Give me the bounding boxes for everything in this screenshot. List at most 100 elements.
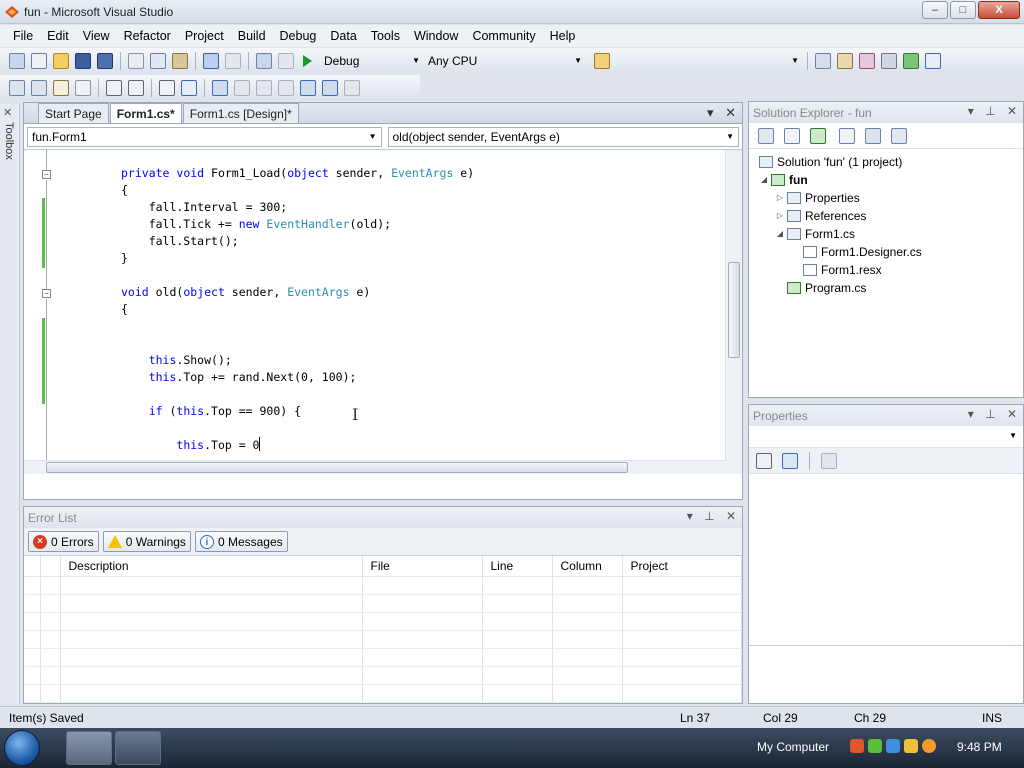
tree-node-form1[interactable]: ◢ Form1.cs <box>759 225 1023 243</box>
minimize-button[interactable]: – <box>922 1 948 19</box>
vertical-scroll-thumb[interactable] <box>728 262 740 358</box>
previous-bookmark-in-document-icon[interactable] <box>322 79 338 96</box>
solution-configuration-dropdown[interactable]: Debug ▼ <box>320 51 424 70</box>
find-dropdown[interactable]: ▼ <box>613 51 803 70</box>
previous-bookmark-icon[interactable] <box>234 79 250 96</box>
display-word-completion-icon[interactable] <box>75 79 91 96</box>
paste-icon[interactable] <box>172 52 188 69</box>
tree-node-solution[interactable]: Solution 'fun' (1 project) <box>759 153 1023 171</box>
pin-icon[interactable]: ⊥ <box>704 509 714 523</box>
menu-community[interactable]: Community <box>465 25 542 47</box>
navigate-forward-icon[interactable] <box>278 52 294 69</box>
close-document-icon[interactable]: ✕ <box>725 105 736 120</box>
redo-icon[interactable] <box>225 52 241 69</box>
next-bookmark-icon[interactable] <box>256 79 272 96</box>
undo-icon[interactable] <box>203 52 219 69</box>
categorized-icon[interactable] <box>756 452 772 469</box>
show-all-files-icon[interactable] <box>784 127 800 144</box>
active-files-dropdown-icon[interactable]: ▾ <box>707 105 714 120</box>
toolbox-icon[interactable] <box>881 52 897 69</box>
code-text[interactable]: private void Form1_Load(object sender, E… <box>121 165 474 474</box>
window-position-icon[interactable]: ▾ <box>687 509 693 523</box>
collapse-icon[interactable]: − <box>42 289 51 298</box>
close-button[interactable]: X <box>978 1 1020 19</box>
toggle-bookmark-icon[interactable] <box>212 79 228 96</box>
taskbar-visual-studio-icon[interactable] <box>66 731 112 765</box>
close-panel-icon[interactable]: ✕ <box>1007 104 1017 118</box>
messages-filter-button[interactable]: i 0 Messages <box>194 531 288 552</box>
menu-view[interactable]: View <box>76 25 117 47</box>
solution-explorer-icon[interactable] <box>815 52 831 69</box>
tree-node-references[interactable]: ▷ References <box>759 207 1023 225</box>
types-dropdown[interactable]: fun.Form1 ▼ <box>27 126 382 147</box>
toolbox-strip[interactable]: ✕ Toolbox <box>0 104 20 704</box>
maximize-button[interactable]: □ <box>950 1 976 19</box>
save-icon[interactable] <box>75 52 91 69</box>
collapse-icon[interactable]: − <box>42 170 51 179</box>
start-button[interactable] <box>4 730 40 766</box>
save-all-icon[interactable] <box>97 52 113 69</box>
tray-location[interactable]: My Computer <box>757 740 829 754</box>
new-project-icon[interactable] <box>9 52 25 69</box>
increase-indent-icon[interactable] <box>128 79 144 96</box>
tray-volume-icon[interactable] <box>904 739 918 753</box>
tree-node-project[interactable]: ◢ fun <box>759 171 1023 189</box>
tray-clock[interactable]: 9:48 PM <box>957 740 1002 754</box>
menu-refactor[interactable]: Refactor <box>117 25 178 47</box>
vertical-scrollbar[interactable] <box>725 150 742 474</box>
menu-project[interactable]: Project <box>178 25 231 47</box>
decrease-indent-icon[interactable] <box>106 79 122 96</box>
column-header-description[interactable]: Description <box>60 556 363 577</box>
tab-start-page[interactable]: Start Page <box>38 103 109 123</box>
expand-arrow-icon[interactable]: ▷ <box>775 189 785 207</box>
properties-window-icon[interactable] <box>837 52 853 69</box>
tab-form1-design[interactable]: Form1.cs [Design]* <box>182 103 299 123</box>
previous-bookmark-in-folder-icon[interactable] <box>278 79 294 96</box>
solution-platform-dropdown[interactable]: Any CPU ▼ <box>424 51 586 70</box>
next-bookmark-in-folder-icon[interactable] <box>300 79 316 96</box>
open-file-icon[interactable] <box>53 52 69 69</box>
warnings-filter-button[interactable]: 0 Warnings <box>102 531 191 552</box>
menu-debug[interactable]: Debug <box>273 25 324 47</box>
start-page-icon[interactable] <box>903 52 919 69</box>
tab-form1-cs[interactable]: Form1.cs* <box>109 103 182 123</box>
members-dropdown[interactable]: old(object sender, EventArgs e) ▼ <box>387 126 739 147</box>
menu-data[interactable]: Data <box>323 25 363 47</box>
window-position-icon[interactable]: ▾ <box>968 104 974 118</box>
menu-help[interactable]: Help <box>543 25 583 47</box>
column-header-column[interactable]: Column <box>552 556 623 577</box>
taskbar-app-icon[interactable] <box>115 731 161 765</box>
pin-icon[interactable]: ⊥ <box>985 407 995 421</box>
column-header-file[interactable]: File <box>362 556 483 577</box>
pin-icon[interactable]: ⊥ <box>985 104 995 118</box>
refresh-icon[interactable] <box>810 127 826 144</box>
menu-window[interactable]: Window <box>407 25 465 47</box>
add-item-icon[interactable] <box>31 52 47 69</box>
object-selector-dropdown[interactable]: ▼ <box>749 426 1023 448</box>
column-header-blank[interactable] <box>24 556 41 577</box>
display-quick-info-icon[interactable] <box>53 79 69 96</box>
tray-shield-icon[interactable] <box>868 739 882 753</box>
tree-node-form1-designer[interactable]: Form1.Designer.cs <box>759 243 1023 261</box>
object-browser-icon[interactable] <box>859 52 875 69</box>
command-window-icon[interactable] <box>925 52 941 69</box>
horizontal-scrollbar[interactable] <box>24 460 726 474</box>
column-header-project[interactable]: Project <box>622 556 742 577</box>
navigate-backward-icon[interactable] <box>256 52 272 69</box>
comment-lines-icon[interactable] <box>159 79 175 96</box>
horizontal-scroll-thumb[interactable] <box>46 462 628 473</box>
window-position-icon[interactable]: ▾ <box>968 407 974 421</box>
column-header-blank[interactable] <box>40 556 61 577</box>
menu-tools[interactable]: Tools <box>364 25 407 47</box>
clear-bookmarks-icon[interactable] <box>344 79 360 96</box>
errors-filter-button[interactable]: × 0 Errors <box>28 531 99 552</box>
property-pages-icon[interactable] <box>821 452 837 469</box>
expand-arrow-icon[interactable]: ▷ <box>775 207 785 225</box>
close-panel-icon[interactable]: ✕ <box>1007 407 1017 421</box>
menu-build[interactable]: Build <box>231 25 273 47</box>
cut-icon[interactable] <box>128 52 144 69</box>
tree-node-program[interactable]: Program.cs <box>759 279 1023 297</box>
tray-update-icon[interactable] <box>886 739 900 753</box>
find-in-files-icon[interactable] <box>594 52 610 69</box>
menu-file[interactable]: File <box>6 25 40 47</box>
